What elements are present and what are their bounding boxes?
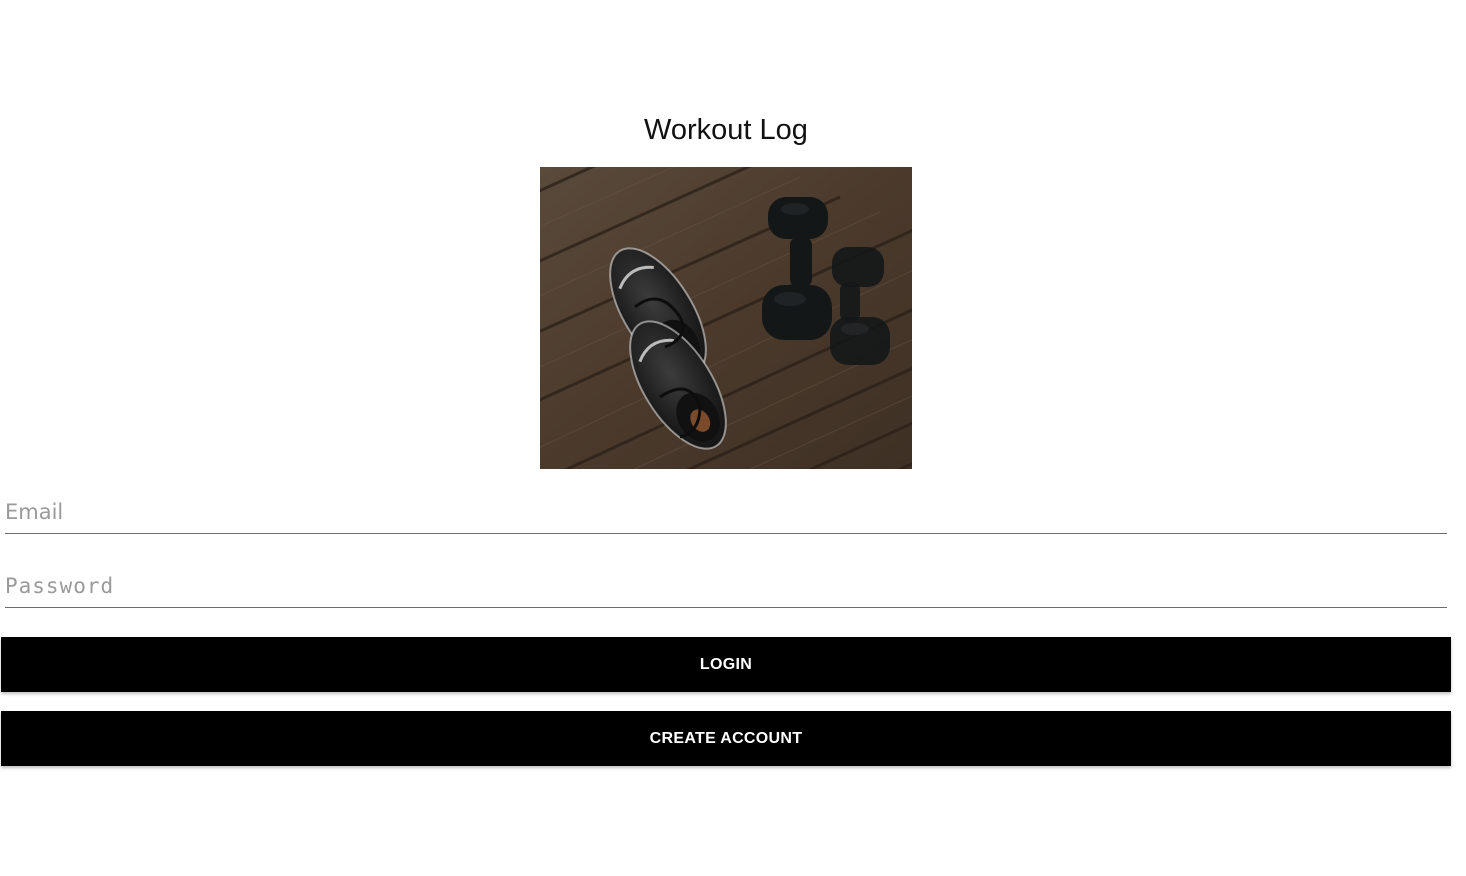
login-screen: Workout Log Email LOGIN CREATE ACCOUNT bbox=[0, 0, 1466, 876]
login-button[interactable]: LOGIN bbox=[1, 637, 1451, 692]
password-field[interactable] bbox=[5, 564, 1447, 608]
hero-image bbox=[540, 167, 912, 469]
page-title: Workout Log bbox=[644, 114, 808, 146]
sneakers-and-dumbbells-image bbox=[540, 167, 912, 469]
email-field[interactable] bbox=[5, 490, 1447, 534]
create-account-button[interactable]: CREATE ACCOUNT bbox=[1, 711, 1451, 766]
